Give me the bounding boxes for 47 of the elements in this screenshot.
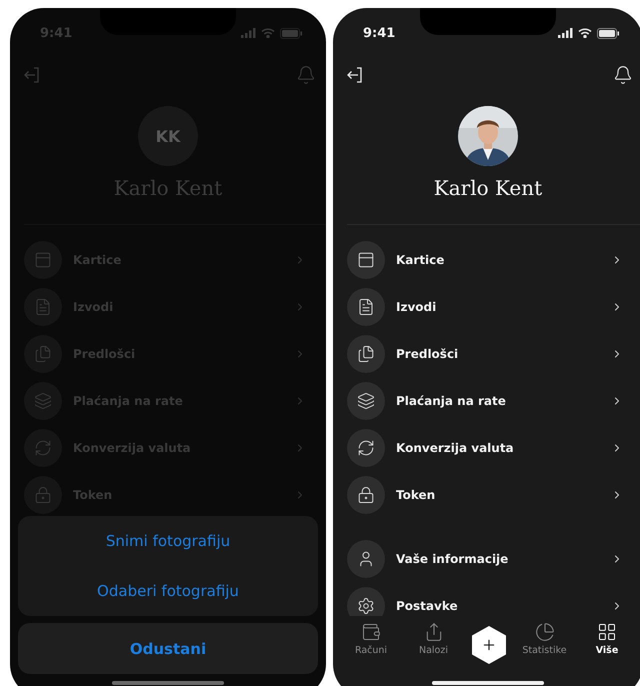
window-icon <box>24 241 62 279</box>
tab-label: Statistike <box>522 645 567 656</box>
document-icon <box>347 288 385 326</box>
menu-item[interactable]: Izvodi <box>333 288 640 326</box>
settings-icon <box>347 587 385 616</box>
user-icon <box>347 540 385 578</box>
tab-label: Više <box>596 645 618 656</box>
menu-item[interactable]: Vaše informacije <box>333 540 640 578</box>
cancel-button[interactable]: Odustani <box>18 623 318 674</box>
tab[interactable]: Računi <box>347 622 395 656</box>
tab[interactable]: Nalozi <box>410 622 458 656</box>
sheet-option[interactable]: Snimi fotografiju <box>18 516 318 566</box>
tab-label: Nalozi <box>418 645 448 656</box>
menu-item[interactable]: Kartice <box>333 241 640 279</box>
battery-icon <box>597 28 619 38</box>
sheet-option[interactable]: Odaberi fotografiju <box>18 566 318 616</box>
menu-item[interactable]: Plaćanja na rate <box>333 382 640 420</box>
tab[interactable]: Više <box>583 622 631 656</box>
document-icon <box>24 288 62 326</box>
pie-chart-icon <box>534 622 554 642</box>
menu-item[interactable]: Predlošci <box>333 335 640 373</box>
profile-name: Karlo Kent <box>434 176 542 200</box>
wifi-icon <box>578 28 592 38</box>
signal-icon <box>241 28 256 38</box>
notification-icon[interactable] <box>613 65 633 85</box>
avatar[interactable]: KK <box>138 106 198 166</box>
lock-icon <box>24 476 62 514</box>
grid-icon <box>597 622 617 642</box>
layers-icon <box>347 382 385 420</box>
status-time: 9:41 <box>363 26 396 40</box>
menu-item[interactable]: Token <box>333 476 640 514</box>
tab-label: Računi <box>354 645 388 656</box>
battery-icon <box>280 28 302 38</box>
refresh-icon <box>24 429 62 467</box>
documents-icon <box>347 335 385 373</box>
wallet-icon <box>361 622 381 642</box>
refresh-icon <box>347 429 385 467</box>
lock-icon <box>347 476 385 514</box>
wifi-icon <box>261 28 275 38</box>
signal-icon <box>558 28 573 38</box>
menu-item[interactable]: Konverzija valuta <box>333 429 640 467</box>
layers-icon <box>24 382 62 420</box>
documents-icon <box>24 335 62 373</box>
plus-icon <box>481 637 497 653</box>
tab[interactable]: Statistike <box>520 622 568 656</box>
window-icon <box>347 241 385 279</box>
menu-item[interactable]: Postavke <box>333 587 640 616</box>
